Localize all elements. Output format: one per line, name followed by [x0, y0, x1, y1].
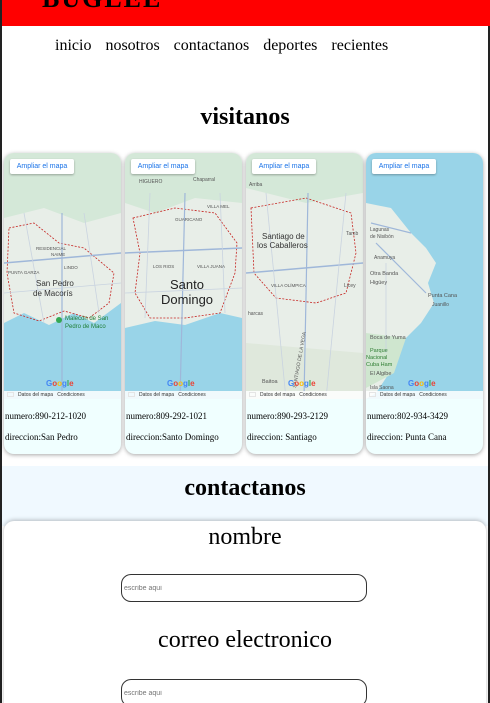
- map-terms-link[interactable]: Condiciones: [178, 392, 206, 398]
- map-label: NAIME: [51, 252, 65, 257]
- map-santiago[interactable]: Arriba Tamb Santiago de los Caballeros V…: [246, 153, 363, 399]
- map-label: Chaparral: [193, 177, 215, 183]
- map-label: Lagunas: [370, 227, 390, 233]
- map-terms-link[interactable]: Condiciones: [419, 392, 447, 398]
- enlarge-map-button[interactable]: Ampliar el mapa: [372, 159, 436, 174]
- name-input[interactable]: [121, 574, 367, 602]
- google-logo: Google: [46, 379, 74, 388]
- map-label: Tamb: [346, 231, 358, 237]
- email-label: correo electronico: [158, 627, 332, 653]
- map-data-link[interactable]: Datos del mapa: [139, 392, 174, 398]
- map-attribution: Datos del mapa Condiciones: [366, 391, 483, 399]
- map-label: Santo: [170, 277, 204, 292]
- nav-link-recientes[interactable]: recientes: [331, 37, 388, 55]
- map-label: VILLA MEL: [207, 204, 230, 209]
- card-address: direccion:Santo Domingo: [126, 432, 219, 442]
- map-label: El Algibe: [370, 371, 391, 377]
- map-santo-domingo-graphic: HIGUERO Chaparral VILLA MEL GUARICANO LO…: [125, 153, 242, 399]
- map-label: de Nisibón: [370, 234, 394, 240]
- map-santiago-graphic: Arriba Tamb Santiago de los Caballeros V…: [246, 153, 363, 399]
- nav-link-contactanos[interactable]: contactanos: [174, 37, 250, 55]
- card-phone: numero:890-212-1020: [5, 411, 86, 421]
- map-attribution: Datos del mapa Condiciones: [125, 391, 242, 399]
- map-label: Baitoa: [262, 379, 279, 385]
- name-label: nombre: [208, 524, 282, 550]
- map-label: LINDO: [64, 265, 78, 270]
- map-terms-link[interactable]: Condiciones: [299, 392, 327, 398]
- google-logo: Google: [408, 379, 436, 388]
- map-data-link[interactable]: Datos del mapa: [18, 392, 53, 398]
- card-address: direccion: Punta Cana: [367, 432, 447, 442]
- email-input[interactable]: [121, 679, 367, 703]
- map-label: San Pedro: [36, 279, 74, 288]
- map-label: Anamuya: [374, 255, 395, 261]
- visit-section-title: visitanos: [200, 104, 290, 130]
- card-address: direccion: Santiago: [247, 432, 317, 442]
- location-card-santo-domingo: HIGUERO Chaparral VILLA MEL GUARICANO LO…: [125, 153, 242, 454]
- map-label: Punta Cana: [428, 293, 458, 299]
- map-label: Malecón de San: [65, 316, 108, 322]
- enlarge-map-button[interactable]: Ampliar el mapa: [252, 159, 316, 174]
- map-label: Nacional: [366, 355, 387, 361]
- map-label: VILLA JUANA: [197, 264, 225, 269]
- card-phone: numero:809-292-1021: [126, 411, 207, 421]
- map-label: Santiago de: [262, 232, 305, 241]
- map-label: PUNTA GARZA: [8, 270, 39, 275]
- map-santo-domingo[interactable]: HIGUERO Chaparral VILLA MEL GUARICANO LO…: [125, 153, 242, 399]
- card-phone: numero:890-293-2129: [247, 411, 328, 421]
- map-data-link[interactable]: Datos del mapa: [380, 392, 415, 398]
- nav-link-nosotros[interactable]: nosotros: [105, 37, 159, 55]
- contact-section-title: contactanos: [184, 475, 306, 501]
- card-address: direccion:San Pedro: [5, 432, 78, 442]
- site-brand[interactable]: BUGLEE: [42, 0, 162, 14]
- map-terms-link[interactable]: Condiciones: [57, 392, 85, 398]
- map-attribution: Datos del mapa Condiciones: [4, 391, 121, 399]
- map-attribution: Datos del mapa Condiciones: [246, 391, 363, 399]
- map-label: RESIDENCIAL: [36, 246, 67, 251]
- nav-link-deportes[interactable]: deportes: [263, 37, 317, 55]
- card-phone: numero:802-934-3429: [367, 411, 448, 421]
- map-label: Domingo: [161, 292, 213, 307]
- nav-link-inicio[interactable]: inicio: [55, 37, 91, 55]
- map-data-link[interactable]: Datos del mapa: [260, 392, 295, 398]
- contact-form: nombre correo electronico: [4, 521, 486, 703]
- google-logo: Google: [288, 379, 316, 388]
- map-label: LOS RIOS: [153, 264, 174, 269]
- map-label: Pedro de Maco: [65, 324, 106, 330]
- top-header-bar: BUGLEE: [2, 0, 490, 26]
- google-logo: Google: [167, 379, 195, 388]
- map-punta-cana[interactable]: Lagunas de Nisibón Anamuya Otra Banda Hi…: [366, 153, 483, 399]
- location-card-san-pedro: RESIDENCIAL NAIME LINDO PUNTA GARZA San …: [4, 153, 121, 454]
- map-label: Parque: [370, 348, 388, 354]
- map-san-pedro-graphic: RESIDENCIAL NAIME LINDO PUNTA GARZA San …: [4, 153, 121, 399]
- enlarge-map-button[interactable]: Ampliar el mapa: [10, 159, 74, 174]
- location-cards: RESIDENCIAL NAIME LINDO PUNTA GARZA San …: [4, 153, 490, 454]
- map-label: Cuba Ham: [366, 362, 393, 368]
- map-label: los Caballeros: [257, 241, 308, 250]
- map-punta-cana-graphic: Lagunas de Nisibón Anamuya Otra Banda Hi…: [366, 153, 483, 399]
- map-label: Higüey: [370, 280, 387, 286]
- enlarge-map-button[interactable]: Ampliar el mapa: [131, 159, 195, 174]
- map-label: GUARICANO: [175, 217, 203, 222]
- map-label: VILLA OLÍMPICA: [271, 282, 306, 288]
- map-label: harcas: [248, 311, 264, 317]
- map-label: Arriba: [249, 182, 263, 188]
- map-label: Licey: [344, 283, 356, 289]
- map-label: Juanillo: [432, 302, 449, 308]
- map-san-pedro[interactable]: RESIDENCIAL NAIME LINDO PUNTA GARZA San …: [4, 153, 121, 399]
- location-card-santiago: Arriba Tamb Santiago de los Caballeros V…: [246, 153, 363, 454]
- map-label: Otra Banda: [370, 271, 399, 277]
- main-nav: inicio nosotros contactanos deportes rec…: [55, 37, 402, 55]
- map-label: HIGUERO: [139, 179, 162, 185]
- location-card-punta-cana: Lagunas de Nisibón Anamuya Otra Banda Hi…: [366, 153, 483, 454]
- map-label: de Macorís: [33, 289, 73, 298]
- map-label: Boca de Yuma: [370, 335, 407, 341]
